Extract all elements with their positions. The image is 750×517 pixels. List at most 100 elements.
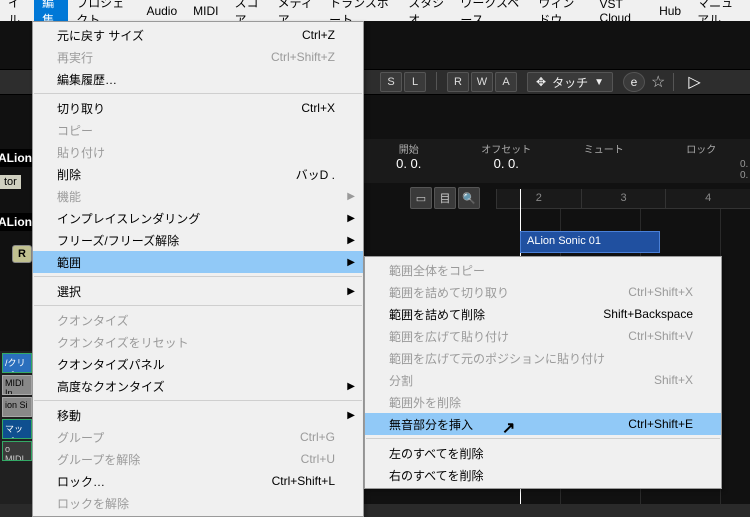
menu-item: 範囲を詰めて切り取りCtrl+Shift+X <box>365 281 721 303</box>
menu-item[interactable]: 切り取りCtrl+X <box>33 97 363 119</box>
menu-item[interactable]: インプレイスレンダリング▶ <box>33 207 363 229</box>
menu-score[interactable]: スコア <box>226 0 269 21</box>
menu-item-shortcut: バッD . <box>296 166 335 183</box>
menu-item[interactable]: 範囲を詰めて削除 Shift+Backspace <box>365 303 721 325</box>
submenu-arrow-icon: ▶ <box>347 213 355 224</box>
menu-item[interactable]: 元に戻す サイズCtrl+Z <box>33 24 363 46</box>
gutter-chip[interactable]: /クリプ <box>2 353 32 373</box>
submenu-arrow-icon: ▶ <box>347 257 355 268</box>
menu-item-shortcut: Ctrl+X <box>301 101 335 115</box>
ruler-tick: 2 <box>496 189 581 208</box>
menu-item[interactable]: 範囲 ▶ <box>33 251 363 273</box>
menu-item-label: クオンタイズをリセット <box>57 334 189 351</box>
menu-item[interactable]: 削除 バッD . <box>33 163 363 185</box>
timeline-ruler[interactable]: 2 3 4 <box>496 189 750 209</box>
menu-studio[interactable]: スタジオ <box>400 0 452 21</box>
menu-item-label: 無音部分を挿入 <box>389 416 473 433</box>
menu-audio[interactable]: Audio <box>138 0 185 21</box>
gutter-chip[interactable]: MIDI In <box>2 375 32 395</box>
menu-item[interactable]: ロック…Ctrl+Shift+L <box>33 470 363 492</box>
submenu-arrow-icon: ▶ <box>347 381 355 392</box>
menu-edit[interactable]: 編集 <box>34 0 68 21</box>
solo-button[interactable]: S <box>380 72 402 92</box>
menu-transport[interactable]: トランスポート <box>321 0 400 21</box>
ruler-tick: 3 <box>581 189 666 208</box>
menu-item[interactable]: 左のすべてを削除 <box>365 442 721 464</box>
start-value[interactable]: 0. 0. <box>360 156 458 171</box>
editor-label: tor <box>0 175 21 189</box>
list-view-icon[interactable]: ▭ <box>410 187 432 209</box>
ruler-tick: 4 <box>665 189 750 208</box>
menu-item-label: コピー <box>57 122 93 139</box>
menu-midi[interactable]: MIDI <box>185 0 226 21</box>
grid-view-icon[interactable]: 目 <box>434 187 456 209</box>
gutter-chip[interactable]: o MIDI <box>2 441 32 461</box>
menu-item-label: クオンタイズパネル <box>57 356 165 373</box>
mute-label: ミュート <box>555 139 653 156</box>
view-icons: ▭ 目 🔍 <box>410 187 480 209</box>
range-submenu[interactable]: 範囲全体をコピー範囲を詰めて切り取りCtrl+Shift+X 範囲を詰めて削除 Sh… <box>364 256 722 489</box>
menu-item: クオンタイズをリセット <box>33 331 363 353</box>
menu-hub[interactable]: Hub <box>651 0 689 21</box>
menu-file[interactable]: イル <box>0 0 34 21</box>
menu-item-label: 編集履歴… <box>57 71 117 88</box>
menu-item-label: 分割 <box>389 372 413 389</box>
menu-item[interactable]: フリーズ/フリーズ解除▶ <box>33 229 363 251</box>
menu-item[interactable]: 無音部分を挿入Ctrl+Shift+E <box>365 413 721 435</box>
menu-item: グループを解除Ctrl+U <box>33 448 363 470</box>
star-icon[interactable]: ☆ <box>651 72 665 92</box>
menu-item-label: 範囲外を削除 <box>389 394 461 411</box>
chevron-down-icon: ▼ <box>594 77 604 88</box>
listen-button[interactable]: L <box>404 72 426 92</box>
menu-item-label: 範囲 <box>57 254 81 271</box>
menu-item: 範囲全体をコピー <box>365 259 721 281</box>
crosshair-icon: ✥ <box>536 75 546 89</box>
menu-media[interactable]: メディア <box>270 0 322 21</box>
menu-item-label: 削除 <box>57 166 81 183</box>
menu-item[interactable]: 移動▶ <box>33 404 363 426</box>
submenu-arrow-icon: ▶ <box>347 235 355 246</box>
menu-vstcloud[interactable]: VST Cloud <box>592 0 652 21</box>
menu-item-label: 右のすべてを削除 <box>389 467 483 484</box>
toolbar-separator <box>436 72 437 90</box>
menu-item[interactable]: 右のすべてを削除 <box>365 464 721 486</box>
gutter-chip[interactable]: マップ <box>2 419 32 439</box>
menu-project[interactable]: プロジェクト <box>68 0 138 21</box>
track-name[interactable]: ALion <box>0 213 36 231</box>
submenu-arrow-icon: ▶ <box>347 410 355 421</box>
menu-item[interactable]: クオンタイズパネル <box>33 353 363 375</box>
menu-item[interactable]: 高度なクオンタイズ▶ <box>33 375 363 397</box>
menu-item[interactable]: 編集履歴… <box>33 68 363 90</box>
offset-value[interactable]: 0. 0. <box>458 156 556 171</box>
write-button[interactable]: W <box>471 72 493 92</box>
menu-item-shortcut: Ctrl+G <box>300 430 335 444</box>
read-button[interactable]: R <box>447 72 469 92</box>
menu-separator <box>366 438 720 439</box>
track-name[interactable]: ALion <box>0 149 36 167</box>
pointer-tool-icon[interactable]: ▷ <box>688 72 700 92</box>
menubar[interactable]: イル 編集 プロジェクト Audio MIDI スコア メディア トランスポート… <box>0 0 750 21</box>
edit-menu[interactable]: 元に戻す サイズCtrl+Z再実行Ctrl+Shift+Z編集履歴…切り取りCt… <box>32 21 364 517</box>
toolbar-separator <box>673 73 674 91</box>
menu-item-label: 元に戻す サイズ <box>57 27 144 44</box>
menu-item-shortcut: Ctrl+Shift+V <box>628 329 693 343</box>
submenu-arrow-icon: ▶ <box>347 191 355 202</box>
midi-clip[interactable]: ALion Sonic 01 <box>520 231 660 253</box>
automation-mode-dropdown[interactable]: ✥ タッチ ▼ <box>527 72 613 92</box>
record-enable-badge[interactable]: R <box>12 245 32 263</box>
inspector-gutter: /クリプ MIDI In ion Si マップ o MIDI <box>0 351 34 504</box>
e-button[interactable]: e <box>623 72 645 92</box>
a-button[interactable]: A <box>495 72 517 92</box>
menu-separator <box>34 93 362 94</box>
menu-manual[interactable]: マニュアル <box>689 0 750 21</box>
menu-item-label: 左のすべてを削除 <box>389 445 483 462</box>
menu-item-shortcut: Ctrl+Shift+X <box>628 285 693 299</box>
zoom-icon[interactable]: 🔍 <box>458 187 480 209</box>
menu-workspace[interactable]: ワークスペース <box>452 0 530 21</box>
menu-item[interactable]: 選択▶ <box>33 280 363 302</box>
menu-item-label: 範囲を詰めて削除 <box>389 306 485 323</box>
menu-window[interactable]: ウィンドウ <box>530 0 591 21</box>
menu-item-shortcut: Shift+Backspace <box>603 307 693 321</box>
menu-item-label: 機能 <box>57 188 81 205</box>
gutter-chip[interactable]: ion Si <box>2 397 32 417</box>
